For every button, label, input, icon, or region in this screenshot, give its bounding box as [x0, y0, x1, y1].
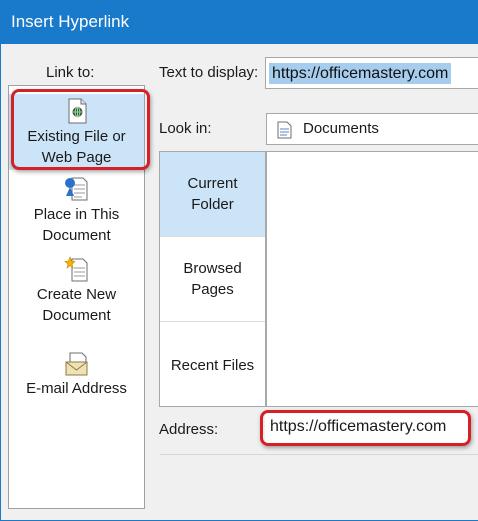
address-highlight: [260, 410, 471, 446]
email-icon: [65, 352, 87, 376]
browsed-pages-line1: Browsed: [183, 260, 242, 277]
link-place-line1: Place in This: [33, 206, 120, 223]
sidebar-item-browsed-pages[interactable]: Browsed Pages: [160, 237, 265, 321]
current-folder-line2: Folder: [191, 196, 234, 213]
browsed-pages-line2: Pages: [191, 281, 234, 298]
window-title: Insert Hyperlink: [11, 12, 130, 31]
text-to-display-value: https://officemastery.com: [269, 63, 452, 84]
link-email-address-button[interactable]: E-mail Address: [9, 352, 144, 402]
recent-files-line1: Recent Files: [170, 357, 255, 374]
text-to-display-input[interactable]: https://officemastery.com: [265, 57, 478, 89]
look-in-value: Documents: [303, 120, 379, 137]
divider: [160, 454, 478, 455]
look-in-dropdown[interactable]: Documents: [266, 113, 478, 145]
link-place-line2: Document: [42, 227, 111, 244]
look-in-label: Look in:: [159, 120, 212, 137]
folder-icon: [277, 121, 292, 139]
sidebar-item-current-folder[interactable]: Current Folder: [160, 152, 265, 236]
new-document-icon: [63, 256, 87, 282]
link-create-new-line1: Create New: [36, 286, 117, 303]
link-create-new-document-button[interactable]: Create New Document: [9, 256, 144, 326]
sidebar-item-recent-files[interactable]: Recent Files: [160, 322, 265, 406]
link-place-in-document-button[interactable]: Place in This Document: [9, 176, 144, 246]
browse-sidebar: Current Folder Browsed Pages Recent File…: [159, 151, 266, 407]
title-bar: Insert Hyperlink: [0, 0, 478, 44]
link-create-new-line2: Document: [42, 307, 111, 324]
current-folder-line1: Current: [187, 175, 238, 192]
place-in-document-icon: [64, 177, 87, 201]
address-label: Address:: [159, 421, 219, 438]
link-to-label: Link to:: [46, 64, 95, 81]
text-to-display-label: Text to display:: [159, 64, 259, 81]
existing-file-highlight: [11, 89, 150, 170]
file-list[interactable]: [266, 151, 478, 407]
link-email-line1: E-mail Address: [26, 380, 127, 397]
